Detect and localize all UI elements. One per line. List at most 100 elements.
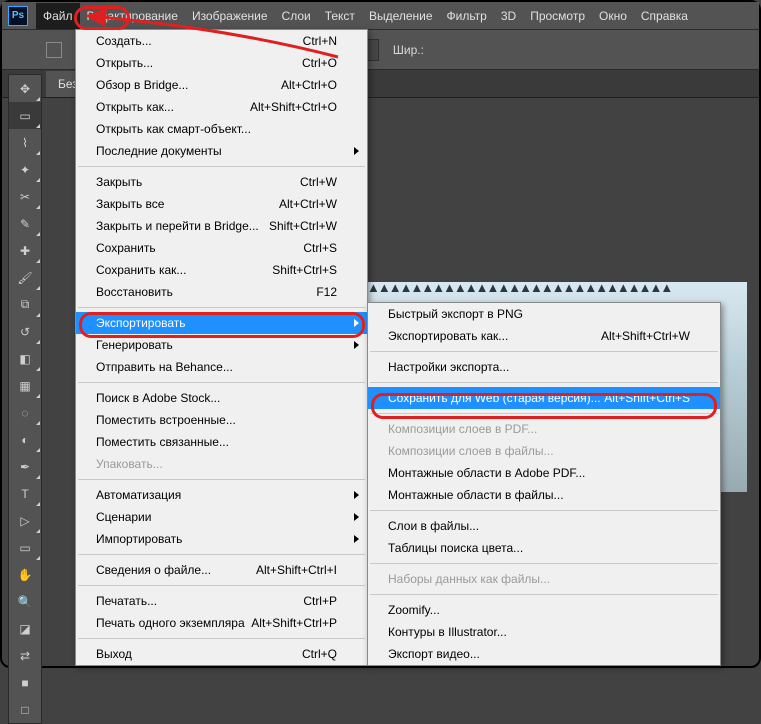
- menu-текст[interactable]: Текст: [318, 3, 362, 29]
- export-menu-item-5[interactable]: Сохранить для Web (старая версия)...Alt+…: [368, 387, 720, 409]
- tool-wand[interactable]: ✦: [9, 156, 41, 183]
- tool-bg[interactable]: □: [9, 696, 41, 723]
- export-menu-separator: [370, 563, 718, 564]
- tool-shape[interactable]: ▭: [9, 534, 41, 561]
- export-menu-item-0[interactable]: Быстрый экспорт в PNG: [368, 303, 720, 325]
- tool-stamp[interactable]: ⧉: [9, 291, 41, 318]
- export-menu-item-1[interactable]: Экспортировать как...Alt+Shift+Ctrl+W: [368, 325, 720, 347]
- menu-окно[interactable]: Окно: [592, 3, 634, 29]
- file-menu-item-20[interactable]: Поместить связанные...: [76, 431, 367, 453]
- file-menu-item-11[interactable]: Сохранить как...Shift+Ctrl+S: [76, 259, 367, 281]
- crop-icon: ✂: [20, 190, 30, 204]
- menu-редактирование[interactable]: Редактирование: [80, 3, 185, 29]
- menu-3d[interactable]: 3D: [494, 3, 523, 29]
- tool-gradient[interactable]: ▦: [9, 372, 41, 399]
- export-menu-item-12[interactable]: Слои в файлы...: [368, 515, 720, 537]
- file-menu-item-label: Создать...: [96, 34, 303, 48]
- export-menu-separator: [370, 382, 718, 383]
- file-menu-item-label: Печать одного экземпляра: [96, 616, 251, 630]
- file-menu-item-10[interactable]: СохранитьCtrl+S: [76, 237, 367, 259]
- tool-swap[interactable]: ⇄: [9, 642, 41, 669]
- tool-lasso[interactable]: ⌇: [9, 129, 41, 156]
- tool-dodge[interactable]: ◐: [9, 426, 41, 453]
- file-menu-separator: [78, 307, 365, 308]
- export-menu-item-3[interactable]: Настройки экспорта...: [368, 356, 720, 378]
- tool-path[interactable]: ▷: [9, 507, 41, 534]
- export-menu-item-17[interactable]: Zoomify...: [368, 599, 720, 621]
- file-menu-item-1[interactable]: Открыть...Ctrl+O: [76, 52, 367, 74]
- file-menu-item-19[interactable]: Поместить встроенные...: [76, 409, 367, 431]
- file-menu-item-15[interactable]: Генерировать: [76, 334, 367, 356]
- file-menu-item-32[interactable]: ВыходCtrl+Q: [76, 643, 367, 665]
- app-icon: Ps: [8, 6, 28, 26]
- file-menu-item-label: Поместить встроенные...: [96, 413, 337, 427]
- file-menu-item-25[interactable]: Импортировать: [76, 528, 367, 550]
- file-menu-item-8[interactable]: Закрыть всеAlt+Ctrl+W: [76, 193, 367, 215]
- menu-просмотр[interactable]: Просмотр: [523, 3, 592, 29]
- file-menu-item-30[interactable]: Печать одного экземпляраAlt+Shift+Ctrl+P: [76, 612, 367, 634]
- menu-файл[interactable]: Файл: [36, 3, 80, 29]
- file-menu-item-shortcut: Ctrl+W: [300, 175, 337, 189]
- file-menu-item-14[interactable]: Экспортировать: [76, 312, 367, 334]
- file-menu-item-4[interactable]: Открыть как смарт-объект...: [76, 118, 367, 140]
- tool-blur[interactable]: ◌: [9, 399, 41, 426]
- menu-слои[interactable]: Слои: [275, 3, 318, 29]
- file-menu-item-9[interactable]: Закрыть и перейти в Bridge...Shift+Ctrl+…: [76, 215, 367, 237]
- tool-brush[interactable]: 🖌: [9, 264, 41, 291]
- export-menu-item-9[interactable]: Монтажные области в Adobe PDF...: [368, 462, 720, 484]
- chevron-right-icon: [354, 535, 359, 543]
- file-menu-item-label: Закрыть и перейти в Bridge...: [96, 219, 269, 233]
- export-menu-separator: [370, 351, 718, 352]
- export-menu-item-10[interactable]: Монтажные области в файлы...: [368, 484, 720, 506]
- tool-heal[interactable]: ✚: [9, 237, 41, 264]
- menu-фильтр[interactable]: Фильтр: [440, 3, 494, 29]
- gradient-icon: ▦: [19, 379, 30, 393]
- file-menu-item-7[interactable]: ЗакрытьCtrl+W: [76, 171, 367, 193]
- tool-crop[interactable]: ✂: [9, 183, 41, 210]
- export-menu-separator: [370, 510, 718, 511]
- file-menu-item-3[interactable]: Открыть как...Alt+Shift+Ctrl+O: [76, 96, 367, 118]
- tool-colors[interactable]: ◪: [9, 615, 41, 642]
- file-menu-item-12[interactable]: ВосстановитьF12: [76, 281, 367, 303]
- file-menu-item-27[interactable]: Сведения о файле...Alt+Shift+Ctrl+I: [76, 559, 367, 581]
- marquee-rect-icon[interactable]: [46, 42, 62, 58]
- file-menu-item-shortcut: F12: [316, 285, 337, 299]
- pen-icon: ✒: [20, 460, 30, 474]
- file-menu-item-5[interactable]: Последние документы: [76, 140, 367, 162]
- file-menu-item-2[interactable]: Обзор в Bridge...Alt+Ctrl+O: [76, 74, 367, 96]
- file-menu-item-shortcut: Shift+Ctrl+S: [272, 263, 337, 277]
- width-label: Шир.:: [393, 43, 424, 57]
- tool-type[interactable]: T: [9, 480, 41, 507]
- export-menu-item-19[interactable]: Экспорт видео...: [368, 643, 720, 665]
- file-menu-item-0[interactable]: Создать...Ctrl+N: [76, 30, 367, 52]
- file-menu-separator: [78, 166, 365, 167]
- tool-zoom[interactable]: 🔍: [9, 588, 41, 615]
- tool-history[interactable]: ↺: [9, 318, 41, 345]
- export-menu-item-13[interactable]: Таблицы поиска цвета...: [368, 537, 720, 559]
- tool-fg[interactable]: ■: [9, 669, 41, 696]
- menu-выделение[interactable]: Выделение: [362, 3, 440, 29]
- menu-справка[interactable]: Справка: [634, 3, 695, 29]
- file-menu-item-18[interactable]: Поиск в Adobe Stock...: [76, 387, 367, 409]
- brush-icon: 🖌: [17, 271, 32, 285]
- file-menu-item-24[interactable]: Сценарии: [76, 506, 367, 528]
- swap-icon: ⇄: [20, 649, 30, 663]
- tool-hand[interactable]: ✋: [9, 561, 41, 588]
- menu-изображение[interactable]: Изображение: [185, 3, 275, 29]
- file-menu-item-label: Закрыть все: [96, 197, 279, 211]
- export-menu-item-label: Наборы данных как файлы...: [388, 572, 690, 586]
- file-menu-item-16[interactable]: Отправить на Behance...: [76, 356, 367, 378]
- tool-move[interactable]: ✥: [9, 75, 41, 102]
- tool-marquee[interactable]: ▭: [9, 102, 41, 129]
- export-menu-item-15: Наборы данных как файлы...: [368, 568, 720, 590]
- file-menu-item-label: Сохранить как...: [96, 263, 272, 277]
- file-menu-item-29[interactable]: Печатать...Ctrl+P: [76, 590, 367, 612]
- tool-eraser[interactable]: ◧: [9, 345, 41, 372]
- heal-icon: ✚: [20, 244, 30, 258]
- export-menu-item-18[interactable]: Контуры в Illustrator...: [368, 621, 720, 643]
- file-menu-item-23[interactable]: Автоматизация: [76, 484, 367, 506]
- tool-eyedropper[interactable]: ✎: [9, 210, 41, 237]
- file-menu-item-shortcut: Ctrl+Q: [302, 647, 337, 661]
- lasso-icon: ⌇: [22, 136, 28, 150]
- tool-pen[interactable]: ✒: [9, 453, 41, 480]
